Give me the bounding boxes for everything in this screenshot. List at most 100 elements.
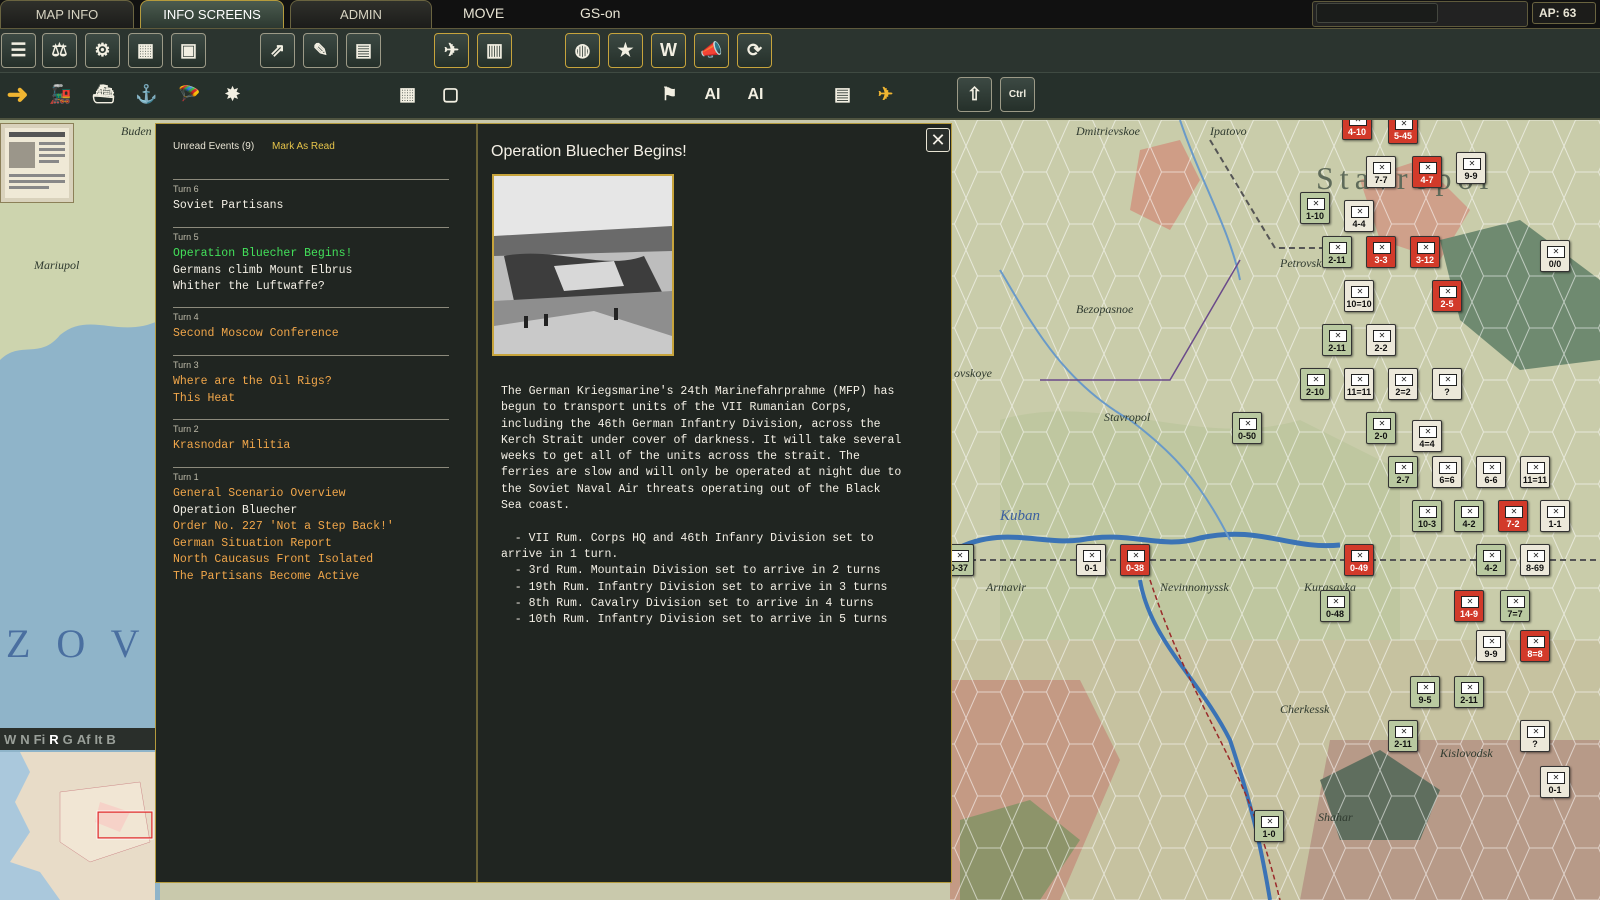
unit-counter[interactable]: ✕?	[1432, 368, 1462, 400]
unit-counter[interactable]: ✕ 2-5	[1432, 280, 1462, 312]
unit-counter[interactable]: ✕ 2-7	[1388, 456, 1418, 488]
refresh-icon[interactable]: ⟳	[737, 33, 772, 68]
hierarchy-icon[interactable]: ☰	[1, 33, 36, 68]
event-list-item[interactable]: Operation Bluecher Begins!	[173, 246, 449, 263]
edit-report-icon[interactable]: ✎	[303, 33, 338, 68]
balance-icon[interactable]: ⚖	[42, 33, 77, 68]
nation-filter-af[interactable]: Af	[77, 732, 91, 747]
unit-counter[interactable]: ✕ 2-2	[1366, 324, 1396, 356]
flag-icon[interactable]: ⚑	[652, 77, 687, 112]
factory-report-icon[interactable]: ▣	[171, 33, 206, 68]
arrow-right-icon[interactable]: ➜	[0, 77, 35, 112]
frame-icon[interactable]: ▢	[433, 77, 468, 112]
document-icon[interactable]: ▤	[346, 33, 381, 68]
nation-filter-fi[interactable]: Fi	[34, 732, 46, 747]
unit-counter[interactable]: ✕ 4=4	[1412, 420, 1442, 452]
gear-icon[interactable]: ⚙	[85, 33, 120, 68]
unit-counter[interactable]: ✕ 0-1	[1076, 544, 1106, 576]
paratrooper-icon[interactable]: 🪂	[172, 77, 207, 112]
event-list-item[interactable]: Krasnodar Militia	[173, 438, 449, 455]
nation-filter-g[interactable]: G	[63, 732, 73, 747]
event-list-item[interactable]: Where are the Oil Rigs?	[173, 374, 449, 391]
event-list-item[interactable]: Operation Bluecher	[173, 503, 449, 520]
naval-icon[interactable]: ⚓	[129, 77, 164, 112]
ship-icon[interactable]: ⛴	[86, 77, 121, 112]
unit-counter[interactable]: ✕ 9-9	[1456, 152, 1486, 184]
unit-counter[interactable]: ✕ 6=6	[1432, 456, 1462, 488]
event-list-item[interactable]: Second Moscow Conference	[173, 326, 449, 343]
unit-counter[interactable]: ✕4-10	[1342, 120, 1372, 140]
unit-counter[interactable]: ✕ 0-50	[1232, 412, 1262, 444]
gs-on-toggle[interactable]: GS-on	[580, 0, 620, 26]
search-input[interactable]	[1316, 3, 1438, 23]
unit-counter[interactable]: ✕ 0-49	[1344, 544, 1374, 576]
train-icon[interactable]: 🚂	[43, 77, 78, 112]
unit-counter[interactable]: ✕ 11=11	[1344, 368, 1374, 400]
unit-counter[interactable]: ✕ 4-4	[1344, 200, 1374, 232]
event-list-item[interactable]: German Situation Report	[173, 536, 449, 553]
air-unit-icon[interactable]: ✈	[434, 33, 469, 68]
w-icon[interactable]: W	[651, 33, 686, 68]
unit-counter[interactable]: ✕ 10-3	[1412, 500, 1442, 532]
event-list-item[interactable]: This Heat	[173, 391, 449, 408]
event-list-item[interactable]: Order No. 227 'Not a Step Back!'	[173, 519, 449, 536]
unit-counter[interactable]: ✕ 0-1	[1540, 766, 1570, 798]
ai-chart-icon[interactable]: AI	[695, 77, 730, 112]
unit-counter[interactable]: ✕ 2-11	[1454, 676, 1484, 708]
unit-counter[interactable]: ✕ 5-45	[1388, 120, 1418, 144]
aircraft-strike-icon[interactable]: ✈	[868, 77, 903, 112]
event-list-item[interactable]: Whither the Luftwaffe?	[173, 279, 449, 296]
unit-counter[interactable]: ✕ 2-10	[1300, 368, 1330, 400]
chart-icon[interactable]: ▦	[128, 33, 163, 68]
event-list-item[interactable]: North Caucasus Front Isolated	[173, 552, 449, 569]
city-list-icon[interactable]: ▤	[825, 77, 860, 112]
unit-counter[interactable]: ✕ 1-10	[1300, 192, 1330, 224]
nation-filter-w[interactable]: W	[4, 732, 16, 747]
unit-counter[interactable]: ✕ 7-2	[1498, 500, 1528, 532]
globe-list-icon[interactable]: ◍	[565, 33, 600, 68]
unit-counter[interactable]: ✕ 3-3	[1366, 236, 1396, 268]
unit-list-icon[interactable]: ▥	[477, 33, 512, 68]
unit-counter[interactable]: ✕?	[1520, 720, 1550, 752]
up-arrow-icon[interactable]: ⇧	[957, 77, 992, 112]
event-list-item[interactable]: General Scenario Overview	[173, 486, 449, 503]
ai-target-icon[interactable]: AI	[738, 77, 773, 112]
unit-counter[interactable]: ✕ 0-48	[1320, 590, 1350, 622]
unit-counter[interactable]: ✕ 1-1	[1540, 500, 1570, 532]
unit-counter[interactable]: ✕ 3-12	[1410, 236, 1440, 268]
unit-counter[interactable]: ✕ 2-0	[1366, 412, 1396, 444]
unit-counter[interactable]: ✕ 4-7	[1412, 156, 1442, 188]
unit-counter[interactable]: ✕ 1-0	[1254, 810, 1284, 842]
unit-counter[interactable]: ✕ 2-11	[1322, 236, 1352, 268]
nation-filter-b[interactable]: B	[106, 732, 115, 747]
explosion-icon[interactable]: ✸	[215, 77, 250, 112]
event-list-item[interactable]: Soviet Partisans	[173, 198, 449, 215]
unit-counter[interactable]: ✕ 11=11	[1520, 456, 1550, 488]
tab-map-info[interactable]: MAP INFO	[0, 0, 134, 28]
ctrl-icon[interactable]: Ctrl	[1000, 77, 1035, 112]
unit-counter[interactable]: ✕ 6-6	[1476, 456, 1506, 488]
nation-filter-n[interactable]: N	[20, 732, 29, 747]
nation-filter-r[interactable]: R	[49, 732, 58, 747]
unit-counter[interactable]: ✕ 9-5	[1410, 676, 1440, 708]
newspaper-thumbnail[interactable]	[0, 123, 74, 203]
unit-counter[interactable]: ✕ 0/0	[1540, 240, 1570, 272]
event-list-item[interactable]: The Partisans Become Active	[173, 569, 449, 586]
unit-counter[interactable]: ✕ 7=7	[1500, 590, 1530, 622]
unit-counter[interactable]: ✕ 7-7	[1366, 156, 1396, 188]
unit-counter[interactable]: ✕ 4-2	[1476, 544, 1506, 576]
close-dialog-button[interactable]: ✕	[926, 128, 950, 152]
unit-counter[interactable]: ✕ 0-38	[1120, 544, 1150, 576]
tab-admin[interactable]: ADMIN	[290, 0, 432, 28]
unit-counter[interactable]: ✕ 14-9	[1454, 590, 1484, 622]
nation-filter-it[interactable]: It	[94, 732, 102, 747]
unit-counter[interactable]: ✕ 10=10	[1344, 280, 1374, 312]
swap-arrows-icon[interactable]: ⇗	[260, 33, 295, 68]
megaphone-icon[interactable]: 📣	[694, 33, 729, 68]
mark-as-read-button[interactable]: Mark As Read	[272, 141, 335, 152]
unit-counter[interactable]: ✕ 2=2	[1388, 368, 1418, 400]
factory-grid-icon[interactable]: ▦	[390, 77, 425, 112]
minimap[interactable]	[0, 752, 155, 900]
event-list-item[interactable]: Germans climb Mount Elbrus	[173, 263, 449, 280]
unit-counter[interactable]: ✕ 4-2	[1454, 500, 1484, 532]
